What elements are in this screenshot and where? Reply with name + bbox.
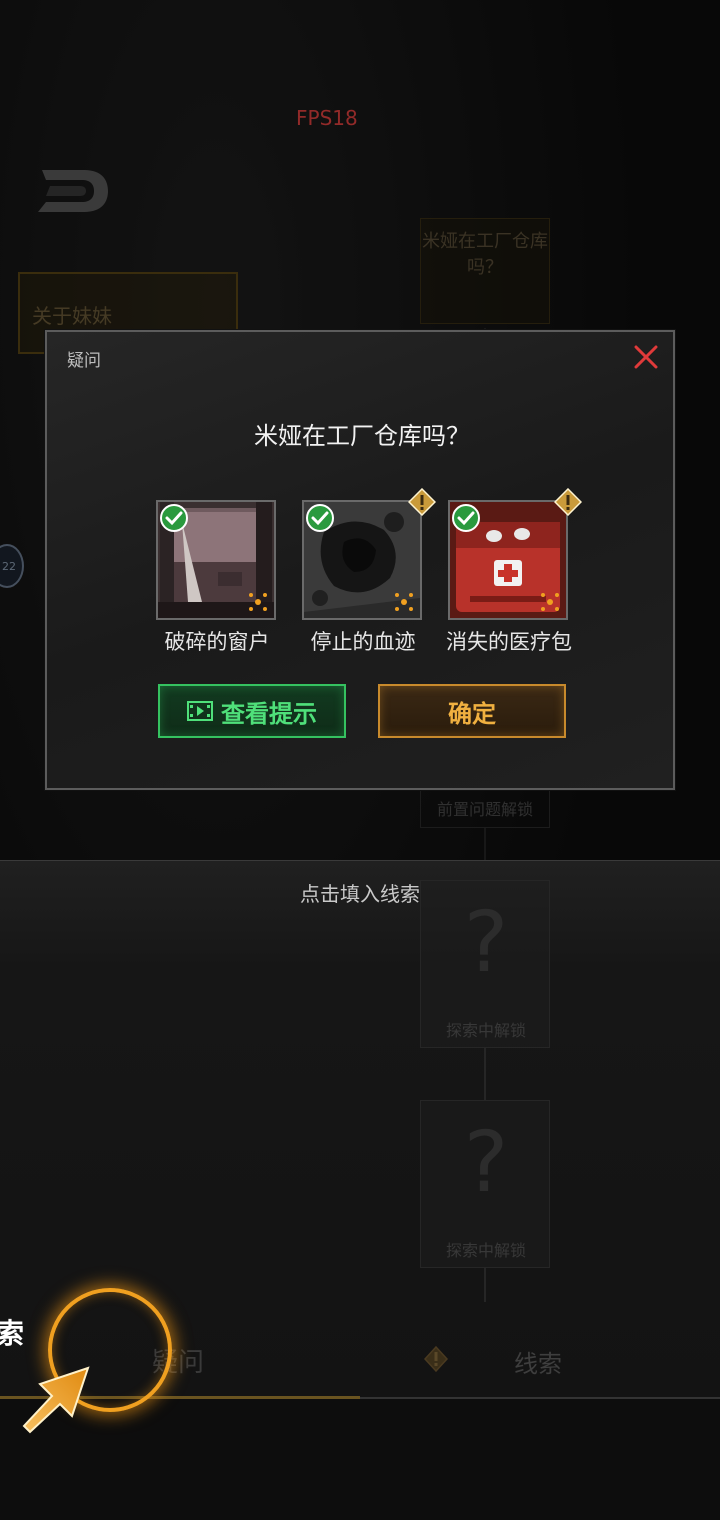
clue-warning-icon [424,1346,448,1372]
clue-name: 消失的医疗包 [446,630,572,654]
fill-clue-hint: 点击填入线索 [300,882,420,906]
clue-thumbnail [156,500,276,620]
tab-search[interactable]: 索 [0,1312,24,1352]
warning-diamond-icon [408,488,436,516]
question-mark-icon: ? [463,1113,509,1211]
video-icon [187,701,213,721]
clue-thumbnail [448,500,568,620]
locked-label: 探索中解锁 [445,1241,526,1260]
sparkle-icon [249,593,267,611]
found-check-icon [306,504,334,532]
clue-card[interactable]: 消失的医疗包 [446,488,582,656]
locked-question-card[interactable]: ? 探索中解锁 [420,1100,550,1268]
connector-line [484,1268,486,1302]
clue-thumbnail [302,500,422,620]
tutorial-pointer-icon [22,1366,90,1434]
found-check-icon [160,504,188,532]
confirm-label: 确定 [448,699,496,728]
dialog-question: 米娅在工厂仓库吗？ [254,422,470,450]
connector-line [484,1048,486,1100]
found-check-icon [452,504,480,532]
locked-question-card[interactable]: ? 探索中解锁 [420,880,550,1048]
question-dialog: 疑问 米娅在工厂仓库吗？ 破碎的窗户 停止的血迹 消失的医疗包 查看提示 确定 [45,330,675,790]
locked-label: 探索中解锁 [445,1021,526,1040]
question-mark-icon: ? [463,893,509,991]
warning-diamond-icon [554,488,582,516]
close-icon[interactable] [631,342,661,372]
clue-name: 破碎的窗户 [164,630,270,654]
clue-name: 停止的血迹 [310,630,416,654]
clue-card[interactable]: 停止的血迹 [302,488,436,656]
confirm-button[interactable]: 确定 [378,684,566,738]
dialog-title: 疑问 [67,351,101,371]
view-hint-label: 查看提示 [221,699,317,728]
clue-card[interactable]: 破碎的窗户 [156,500,278,656]
sparkle-icon [395,593,413,611]
sparkle-icon [541,593,559,611]
tab-clue[interactable]: 线索 [514,1344,562,1379]
view-hint-button[interactable]: 查看提示 [158,684,346,738]
